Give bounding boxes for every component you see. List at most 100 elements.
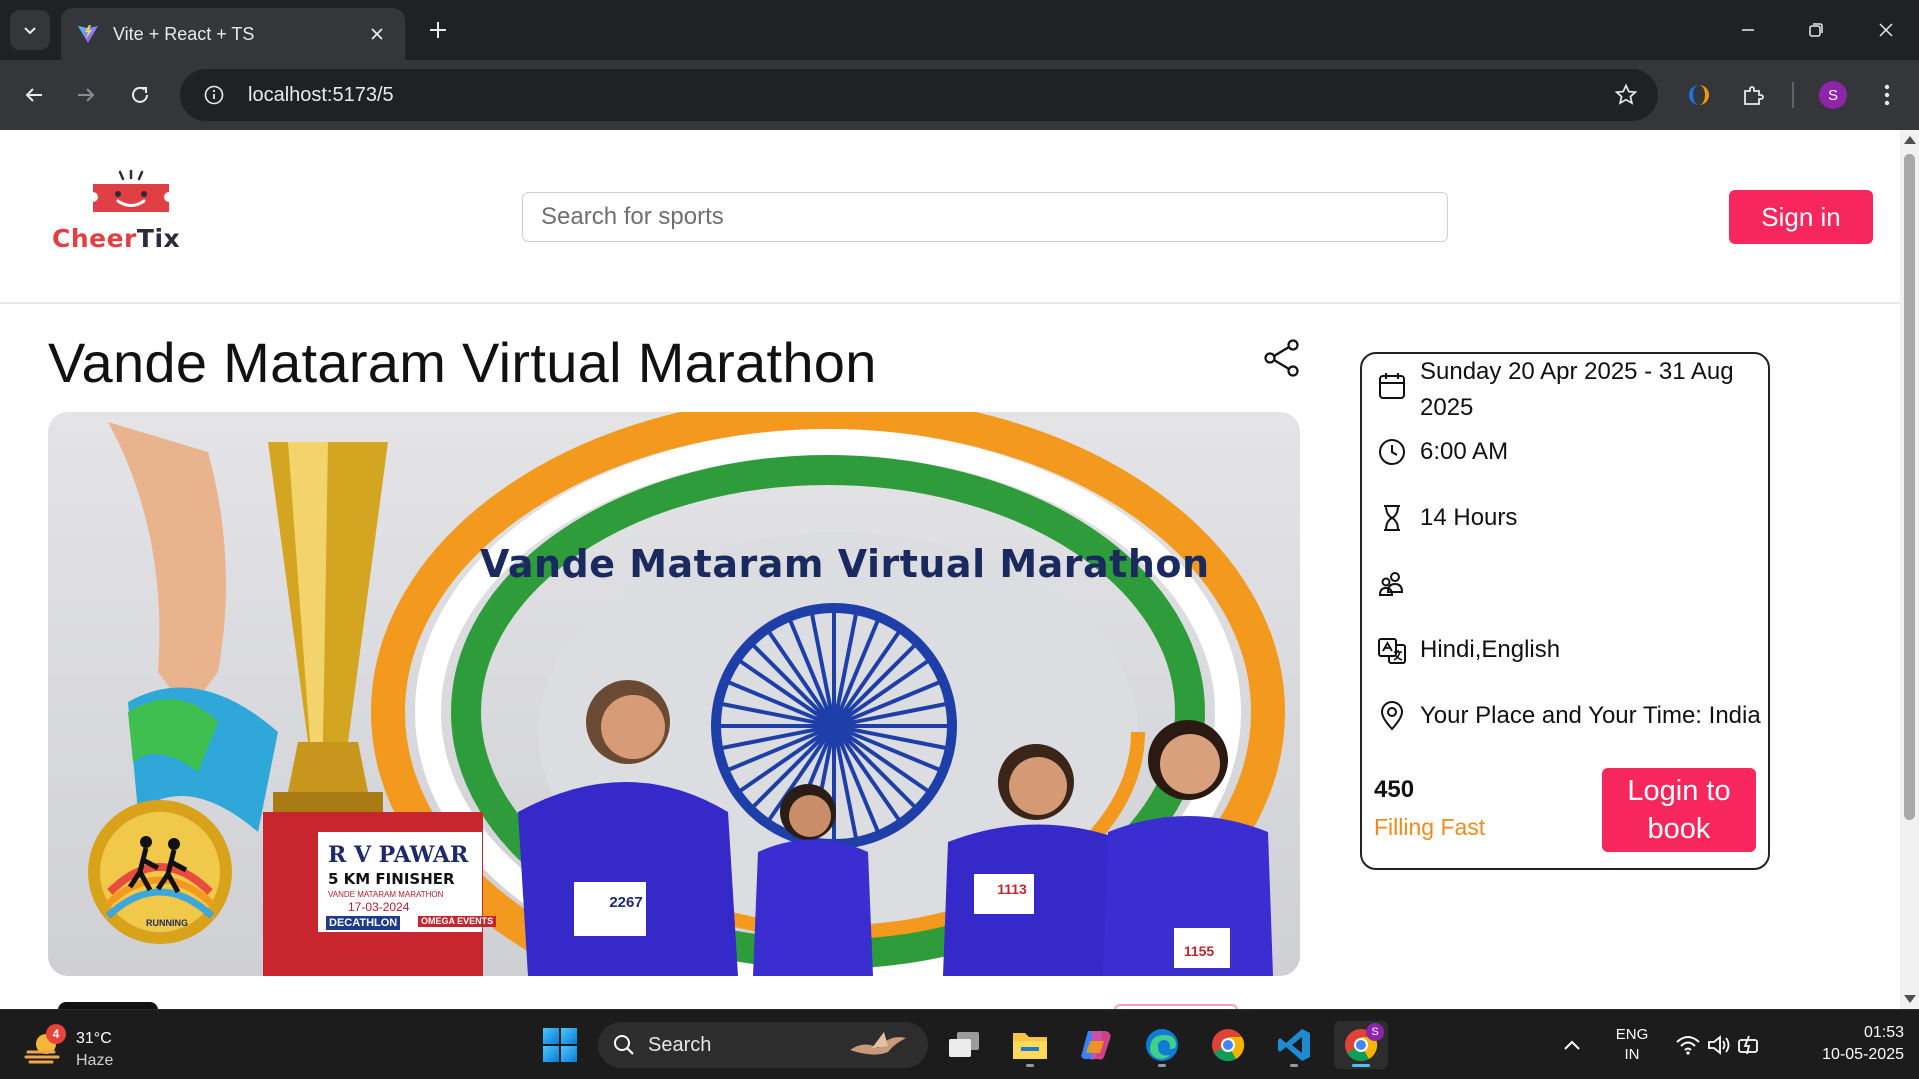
- vscode-button[interactable]: [1270, 1021, 1318, 1069]
- battery-charging-icon: [1738, 1035, 1758, 1055]
- ticket-smile-icon: [93, 170, 169, 212]
- star-icon: [1614, 83, 1638, 105]
- file-explorer-button[interactable]: [1006, 1021, 1054, 1069]
- translate-icon: [1378, 638, 1406, 664]
- info-row-age: [1376, 566, 1420, 600]
- search-icon: [614, 1035, 634, 1055]
- extension-button[interactable]: [1679, 75, 1719, 115]
- back-button[interactable]: [14, 75, 54, 115]
- site-header: CheerTix Sign in: [0, 130, 1900, 304]
- plaque-subtitle: 5 KM FINISHER: [328, 870, 455, 888]
- system-clock[interactable]: 01:53 10-05-2025: [1796, 1022, 1904, 1066]
- windows-logo-icon: [543, 1028, 577, 1062]
- info-icon: [204, 85, 224, 105]
- restore-icon: [1809, 23, 1823, 37]
- event-info-card: Sunday 20 Apr 2025 - 31 Aug 2025 6:00 AM…: [1360, 352, 1770, 870]
- share-icon: [1264, 339, 1299, 377]
- location-pin-icon: [1380, 701, 1404, 731]
- event-banner-image: Vande Mataram Virtual Marathon R V PAWAR…: [48, 412, 1300, 976]
- taskbar-search-label: Search: [648, 1033, 712, 1056]
- event-time: 6:00 AM: [1420, 438, 1509, 465]
- chrome-button[interactable]: [1204, 1021, 1252, 1069]
- url-text[interactable]: localhost:5173/5: [248, 84, 1604, 107]
- bookmark-button[interactable]: [1604, 73, 1648, 117]
- chrome-icon: [1212, 1029, 1245, 1062]
- address-bar[interactable]: localhost:5173/5: [180, 69, 1658, 121]
- close-icon: [1879, 23, 1893, 37]
- medal-text: RUNNING: [146, 918, 188, 928]
- clock-time: 01:53: [1863, 1024, 1904, 1041]
- close-window-button[interactable]: [1858, 8, 1914, 52]
- new-tab-button[interactable]: [420, 12, 456, 48]
- banner-heading: Vande Mataram Virtual Marathon: [480, 542, 1210, 586]
- task-view-icon: [949, 1032, 979, 1057]
- status-badge: Filling Fast: [1374, 814, 1486, 840]
- event-venue: Your Place and Your Time: India: [1420, 702, 1761, 729]
- signin-button[interactable]: Sign in: [1729, 190, 1873, 244]
- edge-icon: [1146, 1029, 1178, 1061]
- profile-button[interactable]: S: [1813, 75, 1853, 115]
- event-language: Hindi,English: [1420, 636, 1561, 663]
- event-duration: 14 Hours: [1420, 504, 1518, 531]
- edge-button[interactable]: [1138, 1021, 1186, 1069]
- hourglass-icon: [1384, 505, 1400, 531]
- tab-title: Vite + React + TS: [113, 23, 255, 44]
- info-row-time: 6:00 AM: [1376, 434, 1508, 470]
- browser-tab-bar: Vite + React + TS: [0, 0, 1919, 60]
- chevron-up-icon: [1564, 1040, 1580, 1050]
- scroll-up-arrow[interactable]: [1904, 136, 1916, 144]
- share-button[interactable]: [1262, 338, 1302, 378]
- event-date: Sunday 20 Apr 2025 - 31 Aug 2025: [1420, 358, 1734, 421]
- calendar-icon: [1379, 373, 1405, 399]
- plaque-name: R V PAWAR: [328, 842, 469, 868]
- trophy-plaque: R V PAWAR 5 KM FINISHER VANDE MATARAM MA…: [318, 832, 497, 932]
- tab-search-button[interactable]: [10, 10, 50, 50]
- clock-icon: [1379, 439, 1405, 465]
- browser-tab[interactable]: Vite + React + TS: [61, 8, 405, 60]
- plaque-event: VANDE MATARAM MARATHON: [328, 890, 444, 899]
- search-input[interactable]: [522, 192, 1448, 242]
- weather-badge: 4: [46, 1024, 66, 1044]
- start-button[interactable]: [536, 1021, 584, 1069]
- task-view-button[interactable]: [940, 1021, 988, 1069]
- tab-close-button[interactable]: [365, 22, 389, 46]
- weather-widget[interactable]: 4 31°C Haze: [20, 1018, 140, 1072]
- scroll-down-arrow[interactable]: [1904, 995, 1916, 1003]
- forward-button[interactable]: [66, 75, 106, 115]
- chrome-profile-button[interactable]: S: [1334, 1021, 1388, 1069]
- taskbar-search[interactable]: Search: [598, 1022, 928, 1068]
- minimize-button[interactable]: [1720, 8, 1776, 52]
- scrollbar-thumb[interactable]: [1904, 154, 1915, 820]
- page-viewport: CheerTix Sign in Vande Mataram Virtual M…: [0, 130, 1900, 1009]
- site-info-button[interactable]: [194, 75, 234, 115]
- reload-button[interactable]: [120, 75, 160, 115]
- language-indicator[interactable]: ENG IN: [1608, 1025, 1656, 1065]
- restore-button[interactable]: [1788, 8, 1844, 52]
- plaque-sponsor: DECATHLON: [326, 916, 401, 930]
- page-scrollbar[interactable]: [1900, 130, 1919, 1009]
- cheertix-logo[interactable]: CheerTix: [52, 170, 212, 254]
- extensions-menu-button[interactable]: [1733, 75, 1773, 115]
- chrome-menu-button[interactable]: [1867, 75, 1907, 115]
- info-row-venue: Your Place and Your Time: India: [1376, 698, 1761, 734]
- avatar: S: [1366, 1023, 1384, 1041]
- reload-icon: [132, 86, 148, 103]
- more-vertical-icon: [1884, 84, 1890, 106]
- puzzle-icon: [1744, 86, 1764, 105]
- bib-number: 2267: [606, 890, 646, 914]
- language-code: ENG: [1615, 1026, 1649, 1043]
- weather-temperature: 31°C: [76, 1030, 112, 1047]
- extension-logo-icon: [1689, 85, 1709, 105]
- browser-toolbar: localhost:5173/5 S: [0, 60, 1919, 130]
- copilot-button[interactable]: [1072, 1021, 1120, 1069]
- login-to-book-button[interactable]: Login to book: [1602, 768, 1756, 852]
- vite-icon: [78, 25, 98, 43]
- page-title: Vande Mataram Virtual Marathon: [48, 331, 877, 394]
- info-row-language: Hindi,English: [1376, 632, 1560, 668]
- quick-settings-button[interactable]: [1670, 1021, 1766, 1069]
- windows-taskbar: 4 31°C Haze Search S ENG IN 01:53 10-05-…: [0, 1009, 1919, 1079]
- bib-number: 1155: [1178, 940, 1220, 962]
- minimize-icon: [1742, 29, 1754, 31]
- show-hidden-icons-button[interactable]: [1552, 1021, 1592, 1069]
- plaque-sponsor: OMEGA EVENTS: [418, 916, 497, 927]
